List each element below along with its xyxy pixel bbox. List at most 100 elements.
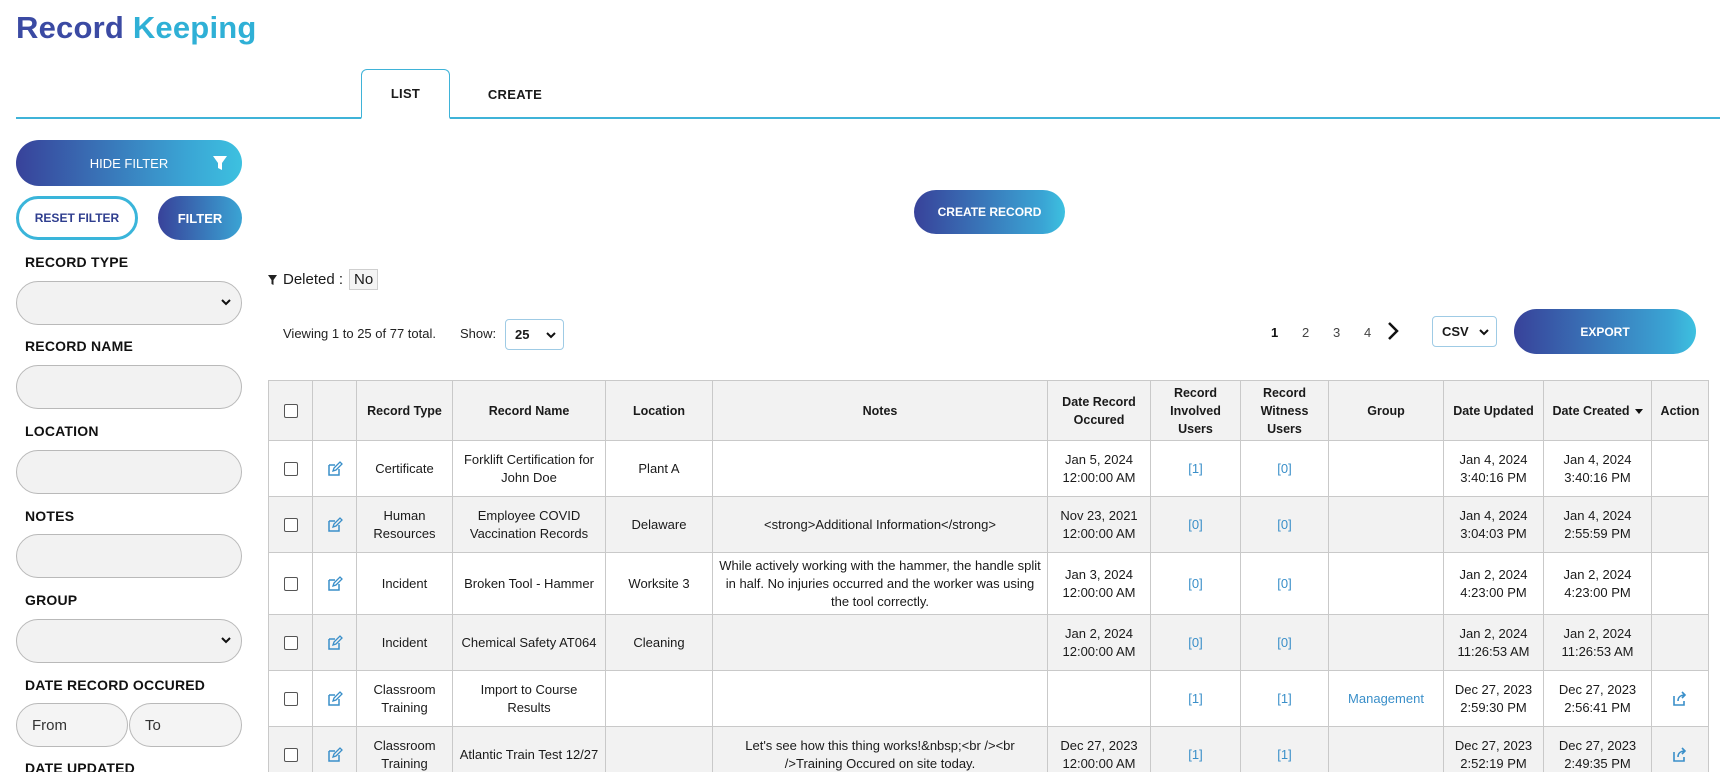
involved-users-link[interactable]: [1] — [1188, 461, 1202, 476]
page-2[interactable]: 2 — [1302, 325, 1309, 340]
page-4[interactable]: 4 — [1364, 325, 1371, 340]
column-date-created[interactable]: Date Created — [1543, 380, 1652, 441]
cell-action — [1651, 552, 1709, 615]
cell-witness-users: [0] — [1240, 440, 1329, 497]
row-checkbox[interactable] — [283, 577, 298, 592]
column-record-type[interactable]: Record Type — [356, 380, 453, 441]
export-format-select[interactable]: CSV — [1432, 316, 1497, 347]
cell-date-updated: Jan 4, 2024 3:40:16 PM — [1443, 440, 1544, 497]
column-involved-users[interactable]: Record Involved Users — [1150, 380, 1241, 441]
involved-users-link[interactable]: [0] — [1188, 517, 1202, 532]
cell-notes — [712, 440, 1048, 497]
column-date-updated[interactable]: Date Updated — [1443, 380, 1544, 441]
column-date-occured[interactable]: Date Record Occured — [1047, 380, 1151, 441]
edit-icon[interactable] — [327, 691, 343, 707]
witness-users-link[interactable]: [0] — [1277, 635, 1291, 650]
tab-list[interactable]: LIST — [361, 69, 450, 119]
involved-users-link[interactable]: [0] — [1188, 635, 1202, 650]
tab-create[interactable]: CREATE — [470, 69, 560, 119]
share-icon[interactable] — [1672, 691, 1688, 707]
edit-icon[interactable] — [327, 517, 343, 533]
cell-record-name: Employee COVID Vaccination Records — [452, 496, 606, 553]
edit-icon[interactable] — [327, 635, 343, 651]
deleted-filter-chip: Deleted : No — [268, 269, 379, 290]
cell-group: Management — [1328, 670, 1444, 727]
page-size-select[interactable]: 25 — [505, 319, 564, 350]
row-checkbox[interactable] — [283, 518, 298, 533]
column-location[interactable]: Location — [605, 380, 713, 441]
funnel-icon — [268, 274, 277, 285]
edit-icon[interactable] — [327, 576, 343, 592]
cell-record-name: Forklift Certification for John Doe — [452, 440, 606, 497]
date-from-input[interactable]: From — [16, 703, 128, 747]
cell-group — [1328, 440, 1444, 497]
row-edit-cell — [312, 670, 357, 727]
page-3[interactable]: 3 — [1333, 325, 1340, 340]
page-1[interactable]: 1 — [1271, 325, 1278, 340]
cell-location: Cleaning — [605, 614, 713, 671]
table-row[interactable]: Incident Broken Tool - Hammer Worksite 3 Wh… — [268, 552, 1709, 615]
column-date-created-label: Date Created — [1552, 403, 1630, 418]
deleted-label: Deleted : — [283, 271, 344, 288]
cell-date-occured — [1047, 670, 1151, 727]
cell-date-updated: Dec 27, 2023 2:59:30 PM — [1443, 670, 1544, 727]
select-all-checkbox[interactable] — [283, 404, 298, 419]
date-to-input[interactable]: To — [129, 703, 242, 747]
row-checkbox[interactable] — [283, 462, 298, 477]
witness-users-link[interactable]: [0] — [1277, 461, 1291, 476]
cell-witness-users: [1] — [1240, 726, 1329, 772]
column-notes[interactable]: Notes — [712, 380, 1048, 441]
reset-filter-button[interactable]: RESET FILTER — [16, 196, 138, 240]
table-row[interactable]: Certificate Forklift Certification for Jo… — [268, 440, 1709, 497]
edit-icon[interactable] — [327, 747, 343, 763]
export-button[interactable]: EXPORT — [1514, 309, 1696, 354]
row-checkbox[interactable] — [283, 692, 298, 707]
cell-record-name: Import to Course Results — [452, 670, 606, 727]
funnel-icon — [213, 156, 227, 170]
cell-involved-users: [1] — [1150, 670, 1241, 727]
column-witness-users[interactable]: Record Witness Users — [1240, 380, 1329, 441]
edit-icon[interactable] — [327, 461, 343, 477]
cell-date-created: Jan 4, 2024 3:40:16 PM — [1543, 440, 1652, 497]
cell-witness-users: [0] — [1240, 552, 1329, 615]
column-record-name[interactable]: Record Name — [452, 380, 606, 441]
record-type-select[interactable] — [16, 281, 242, 325]
cell-record-type: Incident — [356, 552, 453, 615]
group-link[interactable]: Management — [1348, 691, 1424, 706]
cell-action — [1651, 496, 1709, 553]
share-icon[interactable] — [1672, 747, 1688, 763]
table-row[interactable]: Human Resources Employee COVID Vaccinatio… — [268, 496, 1709, 553]
chevron-right-icon[interactable] — [1386, 321, 1400, 341]
witness-users-link[interactable]: [0] — [1277, 576, 1291, 591]
column-group[interactable]: Group — [1328, 380, 1444, 441]
involved-users-link[interactable]: [0] — [1188, 576, 1202, 591]
notes-input[interactable] — [16, 534, 242, 578]
hide-filter-button[interactable]: HIDE FILTER — [16, 140, 242, 186]
involved-users-link[interactable]: [1] — [1188, 747, 1202, 762]
deleted-value: No — [349, 269, 379, 290]
witness-users-link[interactable]: [1] — [1277, 747, 1291, 762]
column-action: Action — [1651, 380, 1709, 441]
involved-users-link[interactable]: [1] — [1188, 691, 1202, 706]
table-row[interactable]: Classroom Training Atlantic Train Test 12… — [268, 726, 1709, 772]
table-row[interactable]: Incident Chemical Safety AT064 Cleaning Jan… — [268, 614, 1709, 671]
cell-date-updated: Jan 2, 2024 4:23:00 PM — [1443, 552, 1544, 615]
table-row[interactable]: Classroom Training Import to Course Resul… — [268, 670, 1709, 727]
location-input[interactable] — [16, 450, 242, 494]
row-checkbox[interactable] — [283, 748, 298, 763]
create-record-button[interactable]: CREATE RECORD — [914, 190, 1065, 234]
cell-date-occured: Jan 5, 2024 12:00:00 AM — [1047, 440, 1151, 497]
group-select[interactable] — [16, 619, 242, 663]
witness-users-link[interactable]: [1] — [1277, 691, 1291, 706]
row-edit-cell — [312, 614, 357, 671]
page-size-value: 25 — [515, 327, 530, 342]
filter-button[interactable]: FILTER — [158, 196, 242, 240]
table-header-row: Record Type Record Name Location Notes D… — [268, 380, 1709, 441]
edit-column-header — [312, 380, 357, 441]
record-name-input[interactable] — [16, 365, 242, 409]
chevron-down-icon — [221, 637, 231, 644]
row-checkbox[interactable] — [283, 636, 298, 651]
select-all-cell — [268, 380, 313, 441]
cell-involved-users: [1] — [1150, 440, 1241, 497]
witness-users-link[interactable]: [0] — [1277, 517, 1291, 532]
